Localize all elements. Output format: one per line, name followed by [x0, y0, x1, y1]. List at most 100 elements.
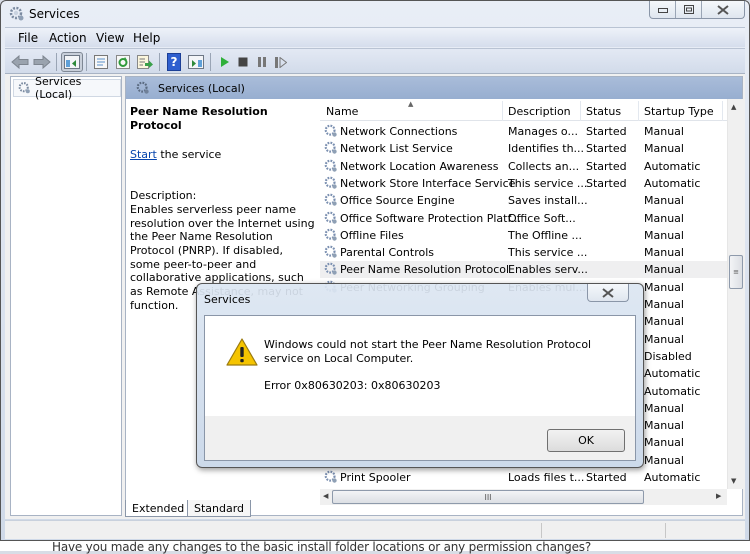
column-divider[interactable] — [638, 101, 639, 121]
refresh-button[interactable] — [113, 52, 133, 72]
start-service-button[interactable] — [215, 52, 235, 72]
window-title: Services — [29, 7, 80, 21]
menu-action[interactable]: Action — [49, 31, 87, 45]
maximize-button[interactable] — [676, 1, 702, 18]
service-name: Office Source Engine — [340, 194, 455, 208]
export-list-button[interactable] — [135, 52, 155, 72]
scroll-left-arrow[interactable]: ◀ — [323, 492, 328, 500]
forward-icon — [33, 55, 51, 69]
service-startup-type: Automatic — [644, 159, 701, 173]
service-row[interactable]: Network Connections Manages o... Started Ma… — [320, 123, 727, 140]
stop-service-button[interactable] — [233, 52, 253, 72]
service-name: Office Software Protection Platf... — [340, 211, 522, 225]
restart-service-button[interactable] — [271, 52, 291, 72]
column-divider[interactable] — [580, 101, 581, 121]
service-description: Loads files t... — [508, 471, 585, 484]
service-status: Started — [586, 159, 627, 173]
service-row[interactable]: Office Software Protection Platf... Offic… — [320, 210, 727, 227]
service-startup-type: Manual — [644, 436, 684, 450]
service-description: Saves install... — [508, 194, 588, 208]
service-status: Started — [586, 471, 627, 484]
service-gear-icon — [324, 245, 337, 258]
tree-item-services-local[interactable]: Services (Local) — [13, 75, 121, 101]
start-service-line: Start the service — [130, 148, 316, 162]
service-description: Collects an... — [508, 159, 580, 173]
scroll-up-arrow[interactable]: ▲ — [731, 103, 736, 111]
tab-extended[interactable]: Extended — [125, 500, 192, 517]
service-description: This service ... — [508, 246, 588, 260]
sort-ascending-icon: ▲ — [408, 100, 414, 108]
pause-service-button[interactable] — [252, 52, 272, 72]
service-gear-icon — [324, 124, 337, 137]
help-button[interactable]: ? — [164, 52, 184, 72]
selected-service-title: Peer Name Resolution Protocol — [130, 105, 268, 132]
caption-buttons — [649, 1, 745, 19]
column-header-status[interactable]: Status — [586, 105, 621, 118]
service-description: Manages o... — [508, 125, 578, 138]
status-divider — [541, 523, 542, 538]
horizontal-scroll-thumb[interactable]: III — [332, 490, 644, 504]
start-service-suffix: the service — [156, 148, 222, 162]
vertical-scrollbar[interactable]: ▲ ≡ ▼ — [727, 99, 743, 489]
pause-icon — [258, 57, 266, 67]
dialog-message: Windows could not start the Peer Name Re… — [264, 338, 592, 365]
service-row[interactable]: Office Source Engine Saves install... Manu… — [320, 192, 727, 209]
show-action-pane-button[interactable] — [186, 52, 206, 72]
menu-bar: File Action View Help — [5, 27, 745, 47]
service-row[interactable]: Network Store Interface Service This serv… — [320, 175, 727, 192]
service-row[interactable]: Network Location Awareness Collects an...… — [320, 158, 727, 175]
column-header-description[interactable]: Description — [508, 105, 571, 118]
refresh-icon — [116, 55, 130, 69]
dialog-close-button[interactable] — [587, 284, 629, 302]
service-name: Network Connections — [340, 125, 458, 138]
menu-file[interactable]: File — [18, 31, 38, 45]
scroll-down-arrow[interactable]: ▼ — [731, 477, 736, 485]
ok-button[interactable]: OK — [547, 429, 625, 452]
service-gear-icon — [324, 141, 337, 154]
service-name: Parental Controls — [340, 246, 434, 260]
forward-button[interactable] — [32, 52, 52, 72]
title-bar[interactable]: Services — [1, 1, 749, 27]
vertical-scroll-thumb[interactable]: ≡ — [729, 255, 743, 289]
service-startup-type: Manual — [644, 401, 684, 415]
background-forum-text: Have you made any changes to the basic i… — [52, 540, 591, 554]
service-startup-type: Automatic — [644, 176, 701, 190]
horizontal-scrollbar[interactable]: ◀ III ▶ — [320, 489, 727, 505]
service-name: Network Location Awareness — [340, 159, 499, 173]
menu-help[interactable]: Help — [133, 31, 160, 45]
service-row[interactable]: Print Spooler Loads files t... Started Auto… — [320, 469, 727, 486]
minimize-button[interactable] — [650, 1, 676, 18]
service-row[interactable]: Peer Name Resolution Protocol Enables ser… — [320, 261, 727, 279]
service-startup-type: Automatic — [644, 384, 701, 398]
back-button[interactable] — [10, 52, 30, 72]
service-startup-type: Manual — [644, 228, 684, 242]
properties-button[interactable] — [91, 52, 111, 72]
scroll-right-arrow[interactable]: ▶ — [716, 492, 721, 500]
show-hide-console-tree-button[interactable] — [61, 52, 83, 72]
column-divider[interactable] — [502, 101, 503, 121]
dialog-body: Windows could not start the Peer Name Re… — [204, 315, 636, 461]
start-service-link[interactable]: Start — [130, 148, 157, 161]
service-startup-type: Manual — [644, 332, 684, 346]
service-gear-icon — [324, 193, 337, 206]
service-gear-icon — [324, 263, 337, 276]
minimize-icon — [657, 7, 668, 13]
close-button[interactable] — [702, 1, 744, 18]
column-header-startup-type[interactable]: Startup Type — [644, 105, 714, 118]
service-startup-type: Manual — [644, 419, 684, 433]
column-divider[interactable] — [722, 101, 723, 121]
menu-view[interactable]: View — [96, 31, 124, 45]
service-row[interactable]: Network List Service Identifies th... Star… — [320, 140, 727, 157]
column-header-name[interactable]: Name — [326, 105, 358, 118]
close-icon — [602, 287, 614, 298]
service-description: Identifies th... — [508, 142, 585, 156]
service-startup-type: Disabled — [644, 349, 692, 363]
maximize-icon — [683, 5, 694, 14]
service-name: Peer Name Resolution Protocol — [340, 263, 510, 277]
service-row[interactable]: Parental Controls This service ... Manual — [320, 244, 727, 261]
service-name: Network List Service — [340, 142, 453, 156]
tab-standard[interactable]: Standard — [187, 500, 252, 517]
tree-item-label: Services (Local) — [35, 75, 82, 101]
service-row[interactable]: Offline Files The Offline ... Manual — [320, 227, 727, 244]
service-startup-type: Manual — [644, 246, 684, 260]
